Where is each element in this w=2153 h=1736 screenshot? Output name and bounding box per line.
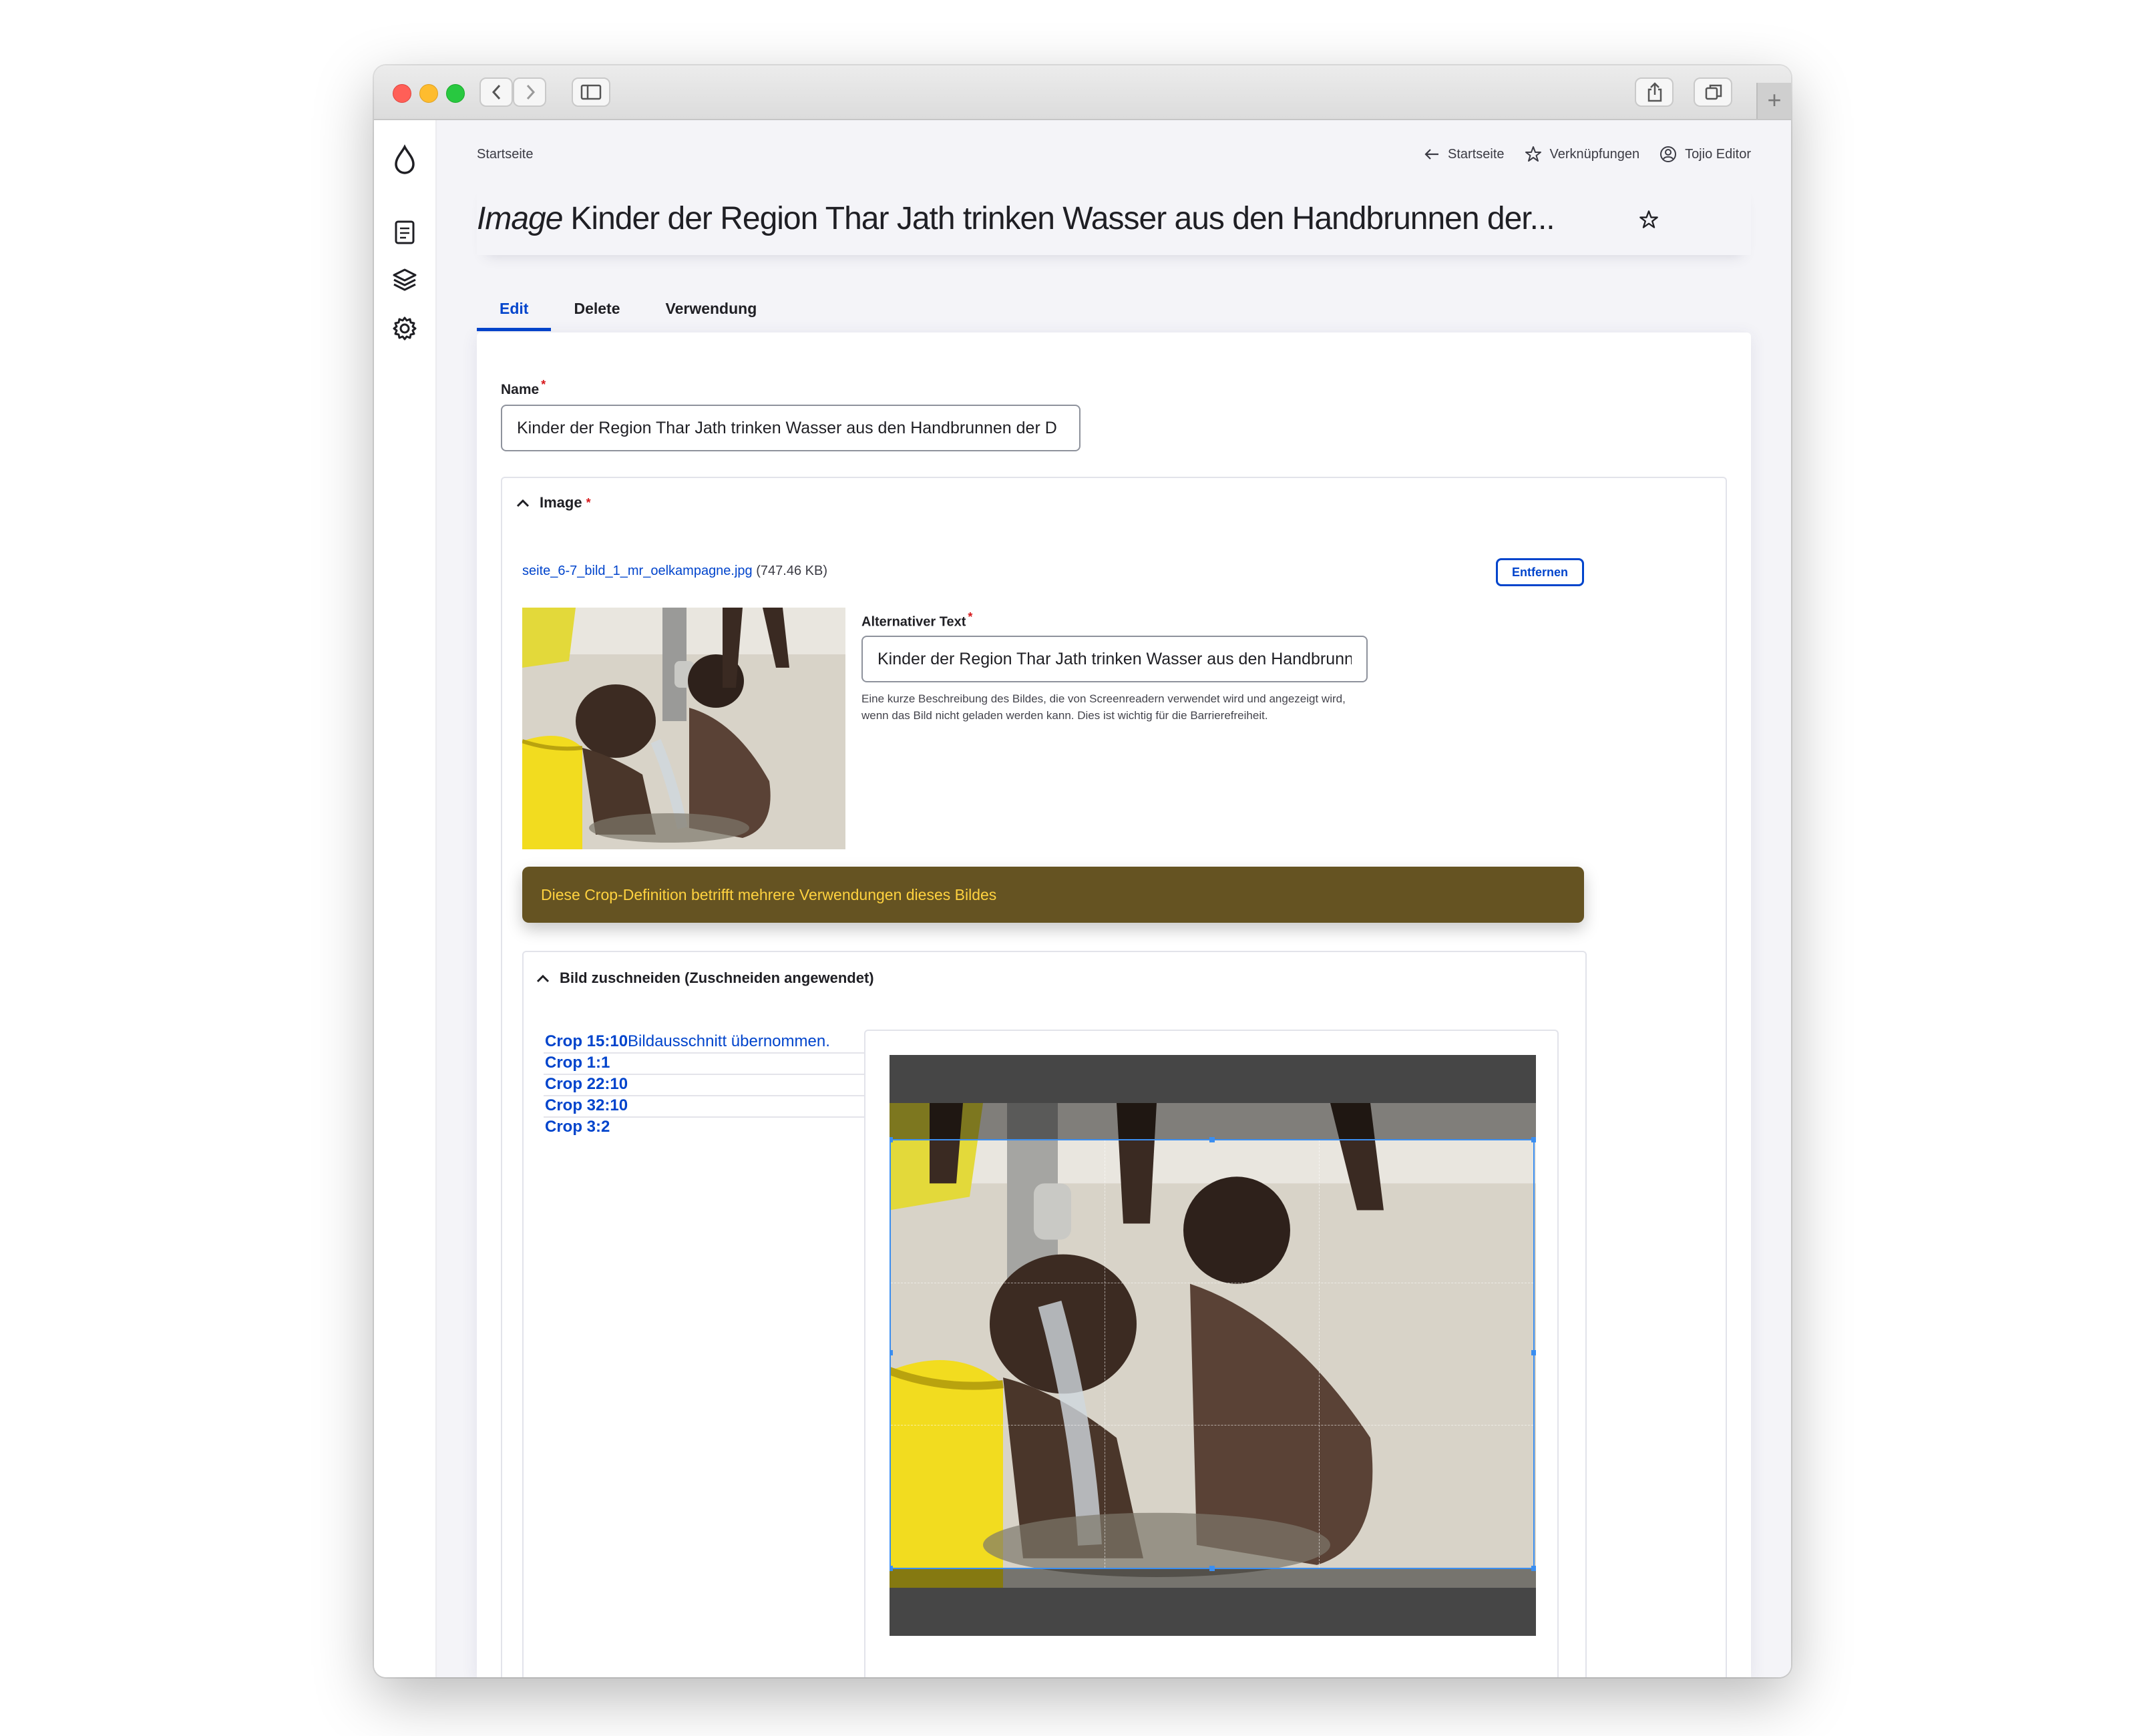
close-window-button[interactable] [393, 84, 411, 103]
required-marker: * [968, 610, 973, 624]
admin-sidebar [374, 120, 437, 1677]
browser-titlebar: + [374, 65, 1791, 120]
share-button[interactable] [1635, 77, 1674, 107]
crop-selection-box[interactable] [890, 1137, 1536, 1571]
crop-handle[interactable] [1531, 1566, 1536, 1571]
required-marker: * [586, 495, 591, 509]
crop-handle[interactable] [890, 1350, 893, 1355]
entity-type-label: Image [477, 201, 563, 236]
drop-icon[interactable] [387, 143, 422, 178]
edit-form-card: Name* Image* seite_6-7_bild_1_mr_oelkamp… [477, 333, 1751, 1677]
page-title: Image Kinder der Region Thar Jath trinken… [477, 200, 1555, 237]
image-thumbnail [522, 608, 845, 849]
chevron-up-icon [536, 974, 550, 983]
tab-bar: Edit Delete Verwendung [477, 294, 779, 331]
image-section-label: Image [540, 494, 582, 511]
crop-editor-panel [864, 1030, 1559, 1677]
page-header: Image Kinder der Region Thar Jath trinken… [477, 180, 1751, 255]
crop-grid-line [1318, 1140, 1320, 1568]
crop-item-1-1[interactable]: Crop 1:1 [544, 1054, 864, 1075]
alt-text-label-text: Alternativer Text [861, 614, 966, 630]
file-info: seite_6-7_bild_1_mr_oelkampagne.jpg (747… [522, 564, 827, 579]
zoom-window-button[interactable] [446, 84, 465, 103]
crop-fieldset: Bild zuschneiden (Zuschneiden angewendet… [522, 951, 1587, 1677]
crop-item-label: Crop 15:10 [545, 1032, 628, 1050]
arrow-left-icon [1424, 149, 1439, 160]
crop-item-32-10[interactable]: Crop 32:10 [544, 1096, 864, 1118]
minimize-window-button[interactable] [419, 84, 438, 103]
crop-section-toggle[interactable]: Bild zuschneiden (Zuschneiden angewendet… [536, 969, 874, 987]
alt-text-input[interactable] [861, 636, 1368, 682]
crop-shade-top [890, 1055, 1536, 1139]
user-circle-icon [1660, 146, 1677, 162]
crop-handle[interactable] [1209, 1137, 1215, 1142]
crop-grid-line [891, 1425, 1533, 1426]
image-section-toggle[interactable]: Image * [516, 494, 591, 511]
crop-handle[interactable] [890, 1566, 893, 1571]
name-field-label: Name * [501, 378, 546, 398]
alt-text-description: Eine kurze Beschreibung des Bildes, die … [861, 692, 1346, 722]
image-fieldset: Image * seite_6-7_bild_1_mr_oelkampagne.j… [501, 477, 1727, 1677]
crop-shade-bottom [890, 1569, 1536, 1636]
crop-warning-message: Diese Crop-Definition betrifft mehrere V… [522, 867, 1584, 923]
crop-handle[interactable] [1531, 1137, 1536, 1142]
file-size: (747.46 KB) [756, 564, 827, 578]
chevron-up-icon [516, 499, 530, 507]
crop-section-label: Bild zuschneiden (Zuschneiden angewendet… [560, 969, 874, 986]
top-links: Startseite Verknüpfungen Tojio Editor [1424, 146, 1751, 163]
crop-applied-status: Bildausschnitt übernommen. [628, 1032, 830, 1050]
browser-window: + Startseite Startseite Verknüpfungen To… [374, 65, 1791, 1677]
layers-icon[interactable] [387, 263, 422, 298]
remove-button[interactable]: Entfernen [1496, 558, 1584, 586]
shortcuts-label: Verknüpfungen [1549, 146, 1640, 162]
crop-handle[interactable] [1209, 1566, 1215, 1571]
main-content: Startseite Startseite Verknüpfungen Toji… [437, 120, 1791, 1677]
page-title-text: Kinder der Region Thar Jath trinken Wass… [570, 201, 1555, 236]
breadcrumb[interactable]: Startseite [477, 147, 533, 162]
new-tab-button[interactable]: + [1756, 83, 1791, 119]
crop-item-22-10[interactable]: Crop 22:10 [544, 1075, 864, 1096]
crop-canvas [890, 1055, 1536, 1636]
crop-item-3-2[interactable]: Crop 3:2 [544, 1118, 864, 1138]
gear-icon[interactable] [387, 311, 422, 346]
name-label-text: Name [501, 382, 540, 397]
crop-item-15-10[interactable]: Crop 15:10Bildausschnitt übernommen. [544, 1032, 864, 1054]
document-icon[interactable] [387, 215, 422, 250]
user-menu-link[interactable]: Tojio Editor [1659, 146, 1751, 163]
shortcuts-link[interactable]: Verknüpfungen [1525, 146, 1640, 163]
sidebar-toggle-button[interactable] [572, 77, 610, 107]
back-to-home-link[interactable]: Startseite [1424, 146, 1505, 162]
tab-delete[interactable]: Delete [551, 294, 642, 331]
tabs-icon [1705, 84, 1722, 100]
chevron-left-icon [492, 84, 501, 100]
tabs-overview-button[interactable] [1694, 77, 1732, 107]
alt-text-label: Alternativer Text * [861, 610, 972, 630]
sidebar-icon [580, 84, 602, 100]
name-input[interactable] [501, 405, 1081, 451]
required-marker: * [541, 378, 546, 391]
user-label: Tojio Editor [1685, 146, 1751, 162]
back-to-home-label: Startseite [1448, 146, 1505, 162]
star-icon[interactable] [1639, 210, 1659, 230]
tab-edit[interactable]: Edit [477, 294, 552, 331]
tab-usage[interactable]: Verwendung [643, 294, 780, 331]
crop-handle[interactable] [890, 1137, 893, 1142]
star-icon [1525, 146, 1541, 162]
chevron-right-icon [526, 84, 536, 100]
back-button[interactable] [479, 77, 513, 107]
crop-type-list: Crop 15:10Bildausschnitt übernommen. Cro… [544, 1032, 864, 1138]
forward-button[interactable] [513, 77, 546, 107]
crop-handle[interactable] [1531, 1350, 1536, 1355]
share-icon [1647, 82, 1662, 102]
file-link[interactable]: seite_6-7_bild_1_mr_oelkampagne.jpg [522, 564, 753, 578]
